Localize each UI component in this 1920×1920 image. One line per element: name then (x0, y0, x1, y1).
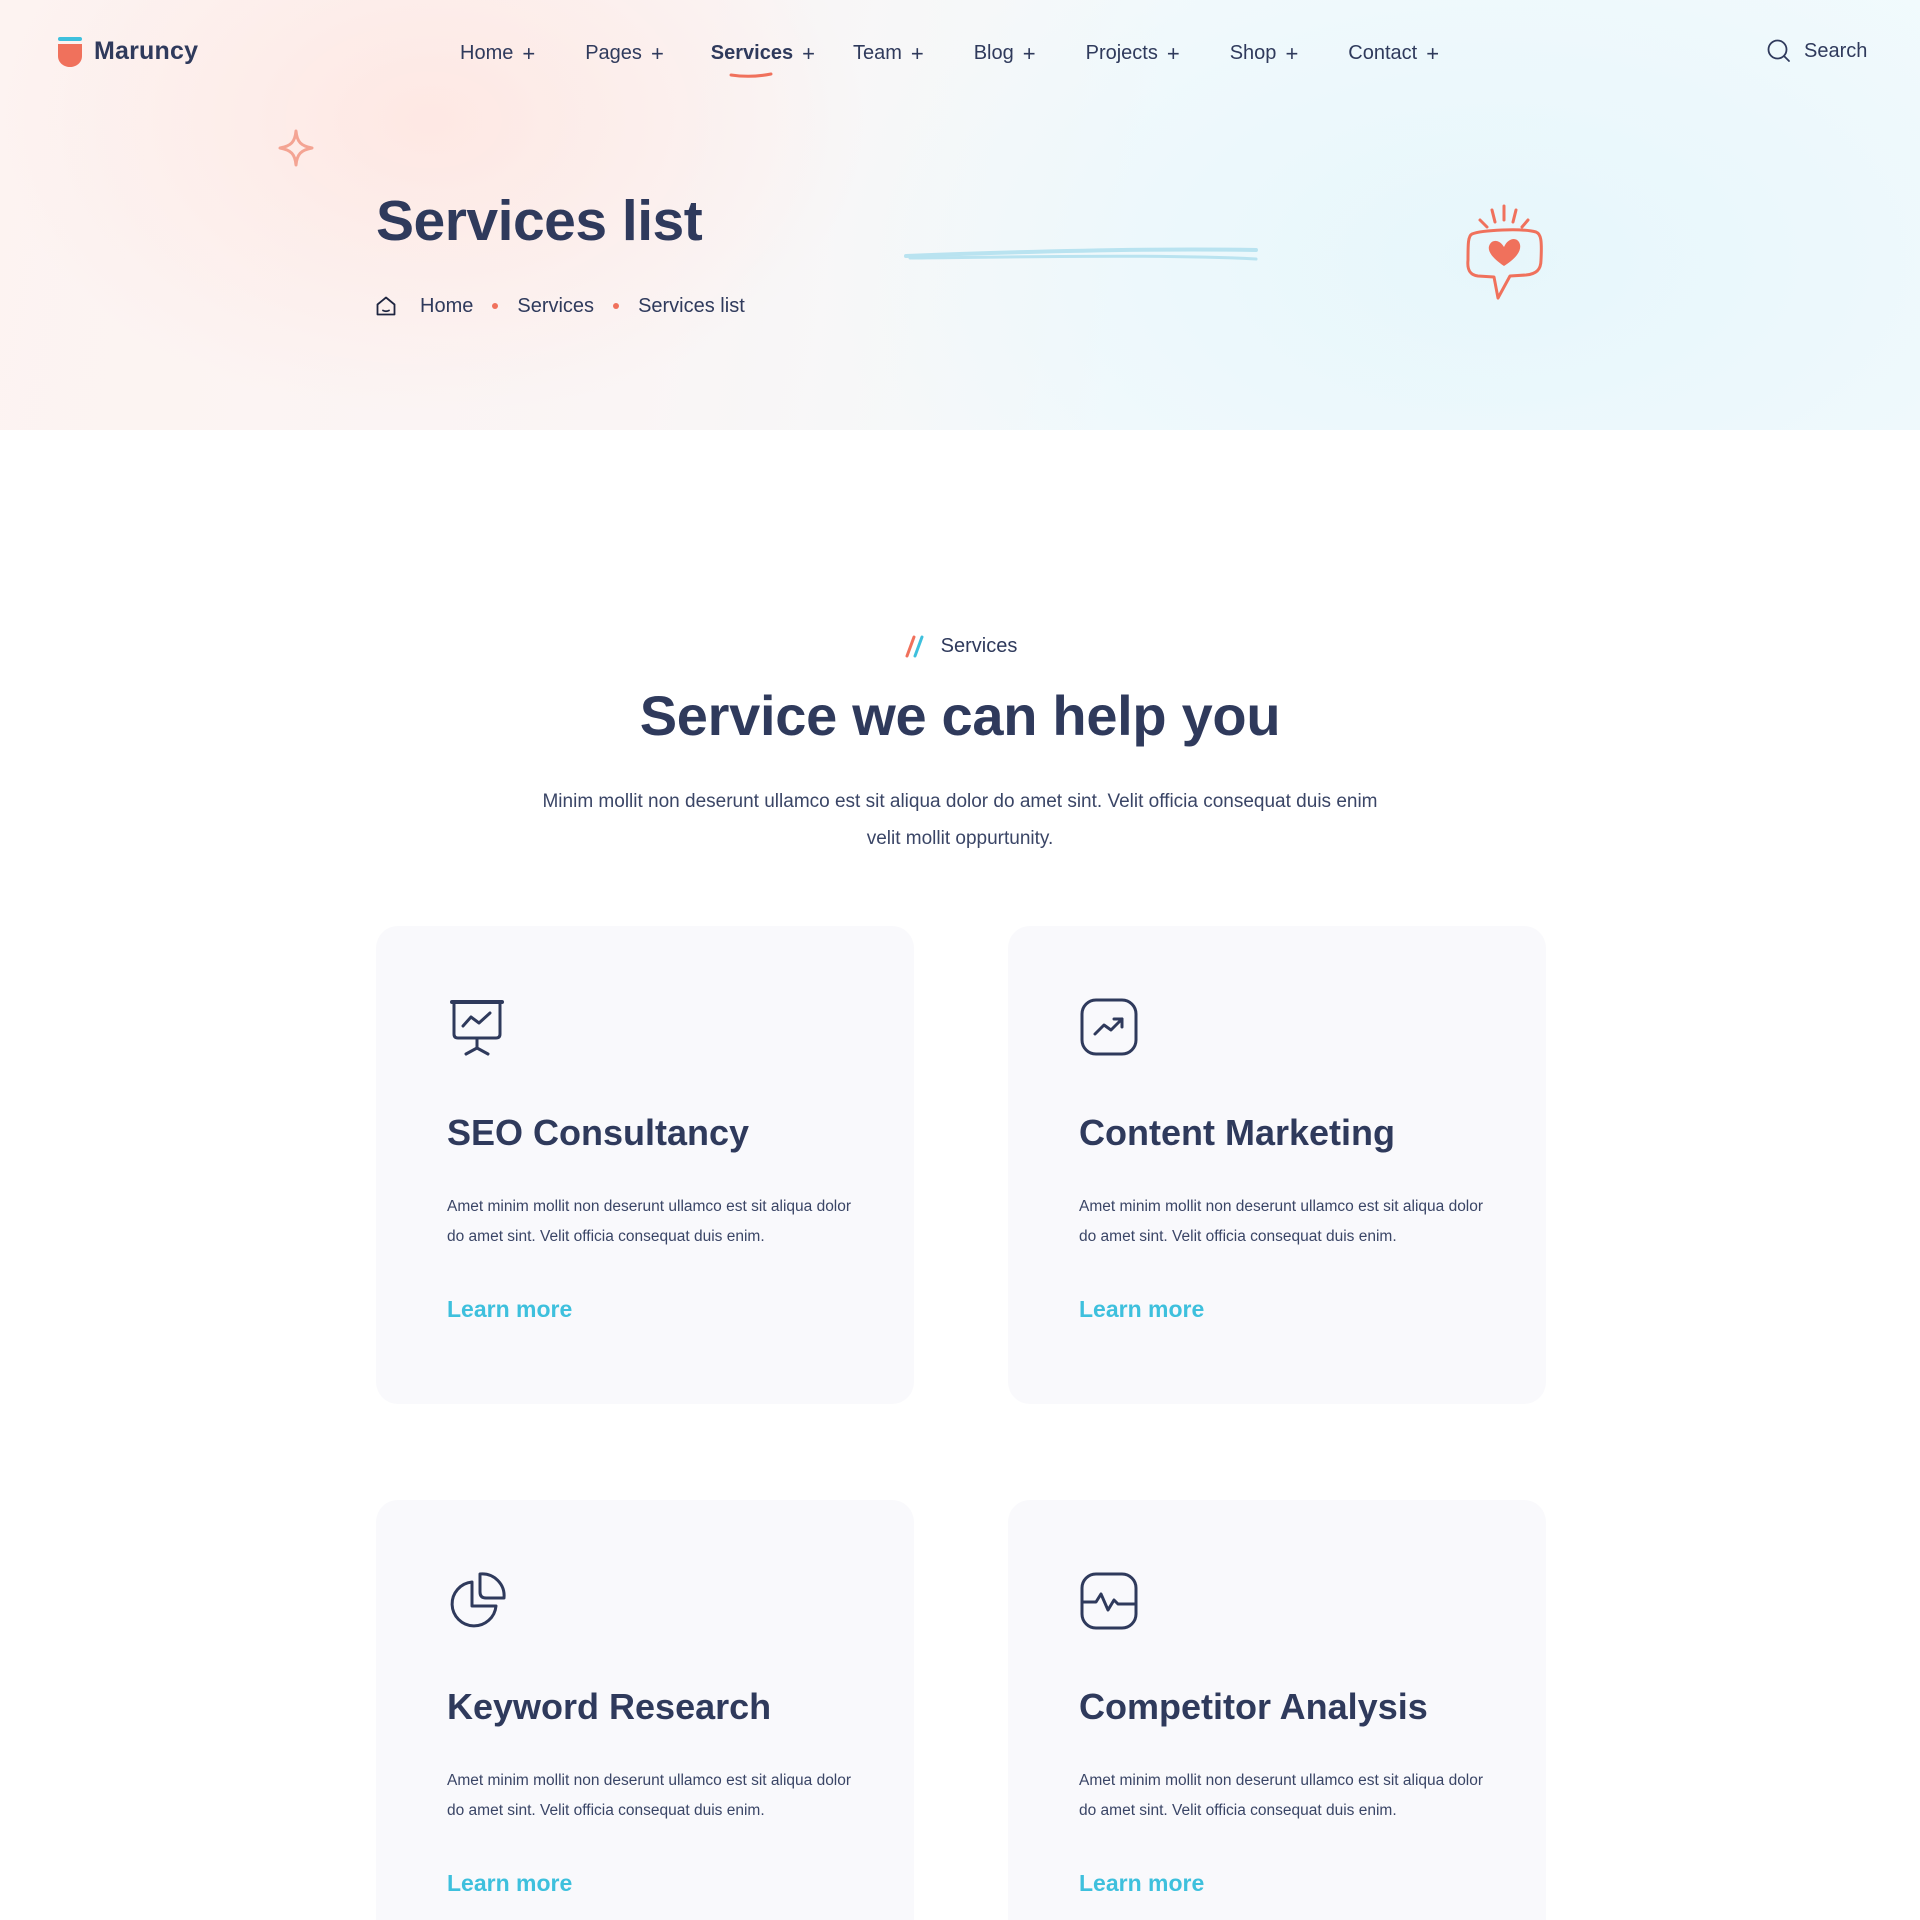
service-card-title: Competitor Analysis (1079, 1686, 1428, 1727)
service-card-keyword-research: Keyword Research Amet minim mollit non d… (376, 1500, 914, 1920)
breadcrumb-home[interactable]: Home (420, 295, 473, 318)
breadcrumb-separator (613, 303, 620, 309)
double-slash-icon (905, 635, 924, 658)
search-button[interactable]: Search (1766, 38, 1867, 64)
service-card-text: Amet minim mollit non deserunt ullamco e… (1079, 1772, 1484, 1819)
breadcrumb-services[interactable]: Services (517, 295, 594, 318)
nav-item-projects[interactable]: Projects + (1086, 42, 1180, 65)
breadcrumb-separator (492, 303, 499, 309)
expand-plus-icon: + (650, 40, 664, 66)
expand-plus-icon: + (1426, 40, 1440, 66)
learn-more-link[interactable]: Learn more (447, 1296, 572, 1323)
page-title: Services list (376, 189, 703, 253)
trending-up-icon (1080, 998, 1138, 1056)
breadcrumb-current: Services list (638, 294, 745, 317)
nav-item-contact[interactable]: Contact + (1348, 42, 1439, 65)
service-card-seo-consultancy: SEO Consultancy Amet minim mollit non de… (376, 926, 914, 1404)
heart-chat-bubble-icon (1466, 204, 1543, 300)
section-tag: Services (0, 634, 1920, 658)
presentation-chart-icon (450, 1000, 504, 1056)
service-card-title: Keyword Research (447, 1686, 772, 1727)
search-icon (1767, 39, 1790, 62)
expand-plus-icon: + (1022, 40, 1036, 66)
nav-item-team[interactable]: Team + (853, 42, 924, 65)
main-navigation: Home + Pages + Services + Team + Blog + Proje… (460, 40, 1439, 78)
service-card-title: Content Marketing (1079, 1112, 1396, 1153)
expand-plus-icon: + (802, 40, 815, 66)
section-title: Service we can help you (639, 684, 1281, 747)
search-label: Search (1804, 39, 1868, 62)
logo-mark-icon (58, 37, 82, 67)
nav-label: Pages (585, 42, 642, 64)
service-card-title: SEO Consultancy (447, 1112, 750, 1153)
brand-name: Maruncy (94, 36, 199, 65)
breadcrumb: Home Services Services list (374, 294, 745, 318)
page-header-hero: Maruncy Home + Pages + Services + Team + Blo… (0, 0, 1920, 430)
expand-plus-icon: + (1166, 40, 1180, 66)
learn-more-link[interactable]: Learn more (1079, 1870, 1204, 1897)
expand-plus-icon: + (1285, 40, 1299, 66)
nav-item-blog[interactable]: Blog + (974, 42, 1036, 65)
service-card-content-marketing: Content Marketing Amet minim mollit non … (1008, 926, 1546, 1404)
nav-label: Services (710, 42, 794, 64)
nav-label: Shop (1229, 42, 1277, 64)
nav-item-services[interactable]: Services + (710, 40, 815, 78)
nav-label: Blog (973, 42, 1014, 64)
nav-label: Contact (1348, 42, 1418, 64)
pie-chart-icon (450, 1572, 506, 1628)
home-icon[interactable] (374, 294, 398, 318)
activity-icon (1080, 1572, 1138, 1630)
service-card-text: Amet minim mollit non deserunt ullamco e… (447, 1772, 852, 1819)
nav-item-shop[interactable]: Shop + (1230, 42, 1299, 65)
brand-logo[interactable]: Maruncy (58, 34, 198, 68)
nav-label: Projects (1085, 42, 1158, 64)
section-tag-label: Services (940, 634, 1018, 657)
expand-plus-icon: + (910, 40, 924, 66)
active-underline-icon (729, 72, 773, 78)
nav-label: Team (852, 42, 902, 64)
learn-more-link[interactable]: Learn more (447, 1870, 572, 1897)
service-card-text: Amet minim mollit non deserunt ullamco e… (447, 1198, 852, 1245)
expand-plus-icon: + (522, 40, 536, 66)
nav-item-home[interactable]: Home + (460, 42, 535, 65)
sparkle-decoration-icon (278, 129, 314, 167)
section-description: Minim mollit non deserunt ullamco est si… (542, 791, 1378, 849)
learn-more-link[interactable]: Learn more (1079, 1296, 1204, 1323)
nav-item-pages[interactable]: Pages + (585, 42, 664, 65)
service-card-competitor-analysis: Competitor Analysis Amet minim mollit no… (1008, 1500, 1546, 1920)
nav-label: Home (460, 42, 514, 64)
squiggle-line-decoration (904, 247, 1258, 261)
service-card-text: Amet minim mollit non deserunt ullamco e… (1079, 1198, 1484, 1245)
